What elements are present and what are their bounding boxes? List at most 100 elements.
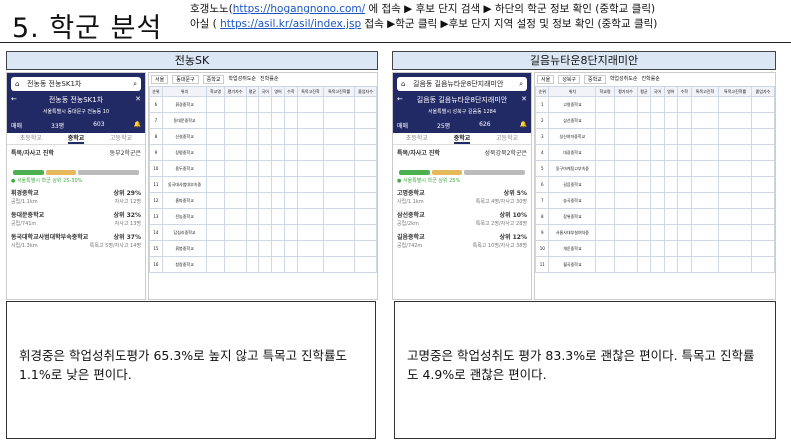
table-row[interactable]: 14 답십리중학교 [149, 224, 377, 241]
table-row[interactable]: 10 개운중학교 [535, 240, 775, 257]
value-cell [354, 240, 377, 257]
value-cell [663, 128, 679, 145]
table-row[interactable]: 9 장평중학교 [149, 144, 377, 161]
value-cell [296, 160, 325, 177]
search-input[interactable]: ⌂ 길음동 길음뉴타운8단지래미안 ⌕ [397, 77, 527, 91]
tab-middle[interactable]: 중학교 [67, 133, 85, 144]
asil-link[interactable]: https://asil.kr/asil/index.jsp [220, 18, 361, 30]
school-admissions: 특목고 10명/자사고 38명 [472, 243, 527, 249]
sort-radio[interactable]: 학업성취도순 [228, 75, 256, 84]
left-ranking-table: 서울 동대문구 중학교 학업성취도순 진학률순 순위 위치 학교명 평가자수 평균 국어 영어 수학 특… [148, 72, 378, 300]
school-cell: 홍파중학교 [161, 192, 208, 209]
value-cell [223, 208, 247, 225]
column-header: 졸업자수 [354, 86, 377, 97]
value-cell [595, 256, 615, 273]
table-row[interactable]: 15 휘봉중학교 [149, 240, 377, 257]
table-row[interactable]: 11 월곡중학교 [535, 256, 775, 273]
table-row[interactable]: 9 서울사대부설여자중 [535, 224, 775, 241]
filter-select[interactable]: 중학교 [584, 75, 606, 84]
bar-green [13, 170, 44, 175]
table-row[interactable]: 8 장위중학교 [535, 208, 775, 225]
table-row[interactable]: 6 길음중학교 [535, 176, 775, 193]
back-icon[interactable]: ← [11, 95, 17, 105]
filter-select[interactable]: 성북구 [558, 75, 581, 84]
value-cell [223, 192, 247, 209]
rank-cell: 8 [149, 128, 163, 145]
instructions: 호갱노노(https://hogangnono.com/ 에 접속 ▶ 후보 단… [190, 3, 658, 30]
value-cell [296, 208, 325, 225]
school-distance: 사립/1.3km [11, 243, 38, 249]
table-row[interactable]: 4 대광중학교 [535, 144, 775, 161]
school-cell: 고명중학교 [548, 96, 597, 113]
value-cell [650, 256, 665, 273]
value-cell [258, 224, 273, 241]
school-item[interactable]: 동대문중학교 상위 32% 공립/741m 자사고 13명 [7, 209, 145, 231]
column-header: 평균 [245, 86, 260, 97]
value-cell [718, 128, 752, 145]
value-cell [296, 96, 325, 113]
table-row[interactable]: 1 고명중학교 [535, 96, 775, 113]
close-icon[interactable]: ✕ [521, 95, 527, 105]
value-cell [636, 192, 652, 209]
value-cell [718, 160, 752, 177]
school-item[interactable]: 고명중학교 상위 5% 사립/1.1km 특목고 4명/자사고 30명 [393, 187, 531, 209]
search-icon[interactable]: ⌕ [519, 77, 523, 91]
table-row[interactable]: 13 전농중학교 [149, 208, 377, 225]
filter-select[interactable]: 서울 [537, 75, 555, 84]
value-cell [690, 192, 720, 209]
value-cell [206, 96, 225, 113]
value-cell [245, 160, 260, 177]
value-cell [750, 224, 775, 241]
filter-select[interactable]: 서울 [151, 75, 169, 84]
back-icon[interactable]: ← [397, 95, 403, 105]
tab-high[interactable]: 고등학교 [110, 133, 132, 144]
value-cell [271, 208, 285, 225]
value-cell [690, 176, 720, 193]
bar-orange [431, 170, 462, 175]
hogangnono-link[interactable]: https://hogangnono.com/ [233, 3, 365, 15]
value-cell [718, 112, 752, 129]
table-row[interactable]: 7 동대문중학교 [149, 112, 377, 129]
table-row[interactable]: 12 홍파중학교 [149, 192, 377, 209]
table-row[interactable]: 3 성신여자중학교 [535, 128, 775, 145]
table-row[interactable]: 7 숭곡중학교 [535, 192, 775, 209]
value-cell [271, 240, 285, 257]
sort-radio[interactable]: 학업성취도순 [610, 75, 638, 84]
table-row[interactable]: 5 동구마케팅고부속중 [535, 160, 775, 177]
table-row[interactable]: 8 신설중학교 [149, 128, 377, 145]
school-item[interactable]: 휘경중학교 상위 29% 공립/1.1km 자사고 12명 [7, 187, 145, 209]
right-ranking-table: 서울 성북구 중학교 학업성취도순 진학률순 순위 위치 학교명 평가자수 평균 국어 영어 수학 특목… [534, 72, 776, 300]
value-cell [323, 96, 356, 113]
value-cell [750, 208, 775, 225]
filter-select[interactable]: 동대문구 [172, 75, 199, 84]
value-cell [677, 240, 692, 257]
value-cell [663, 240, 679, 257]
table-row[interactable]: 11 동국대사범대부속중 [149, 176, 377, 193]
value-cell [283, 128, 298, 145]
bell-icon: 🔔 [519, 121, 527, 128]
filter-select[interactable]: 중학교 [202, 75, 225, 84]
table-row[interactable]: 10 용두중학교 [149, 160, 377, 177]
sort-radio[interactable]: 진학률순 [641, 75, 659, 84]
school-name: 휘경중학교 [11, 190, 39, 197]
search-icon[interactable]: ⌕ [133, 77, 137, 91]
close-icon[interactable]: ✕ [135, 95, 141, 105]
school-item[interactable]: 삼선중학교 상위 10% 공립/2km 특목고 2명/자사고 28명 [393, 209, 531, 231]
table-row[interactable]: 6 휘경중학교 [149, 96, 377, 113]
value-cell [663, 224, 679, 241]
table-row[interactable]: 2 삼선중학교 [535, 112, 775, 129]
value-cell [677, 144, 692, 161]
school-item[interactable]: 동국대학교사범대학부속중학교 상위 37% 사립/1.3km 특목고 5명/자사고 1… [7, 231, 145, 253]
tab-elementary[interactable]: 초등학교 [20, 133, 42, 144]
school-rank: 상위 10% [499, 212, 528, 219]
sort-radio[interactable]: 진학률순 [260, 75, 278, 84]
table-row[interactable]: 16 청량중학교 [149, 256, 377, 273]
tab-elementary[interactable]: 초등학교 [406, 133, 428, 144]
tab-middle[interactable]: 중학교 [453, 133, 471, 144]
value-cell [354, 112, 377, 129]
search-input[interactable]: ⌂ 전농동 전농SK1차 ⌕ [11, 77, 141, 91]
school-name: 동국대학교사범대학부속중학교 [11, 234, 89, 241]
school-item[interactable]: 길음중학교 상위 12% 공립/742m 특목고 10명/자사고 38명 [393, 231, 531, 253]
value-cell [296, 192, 325, 209]
tab-high[interactable]: 고등학교 [496, 133, 518, 144]
